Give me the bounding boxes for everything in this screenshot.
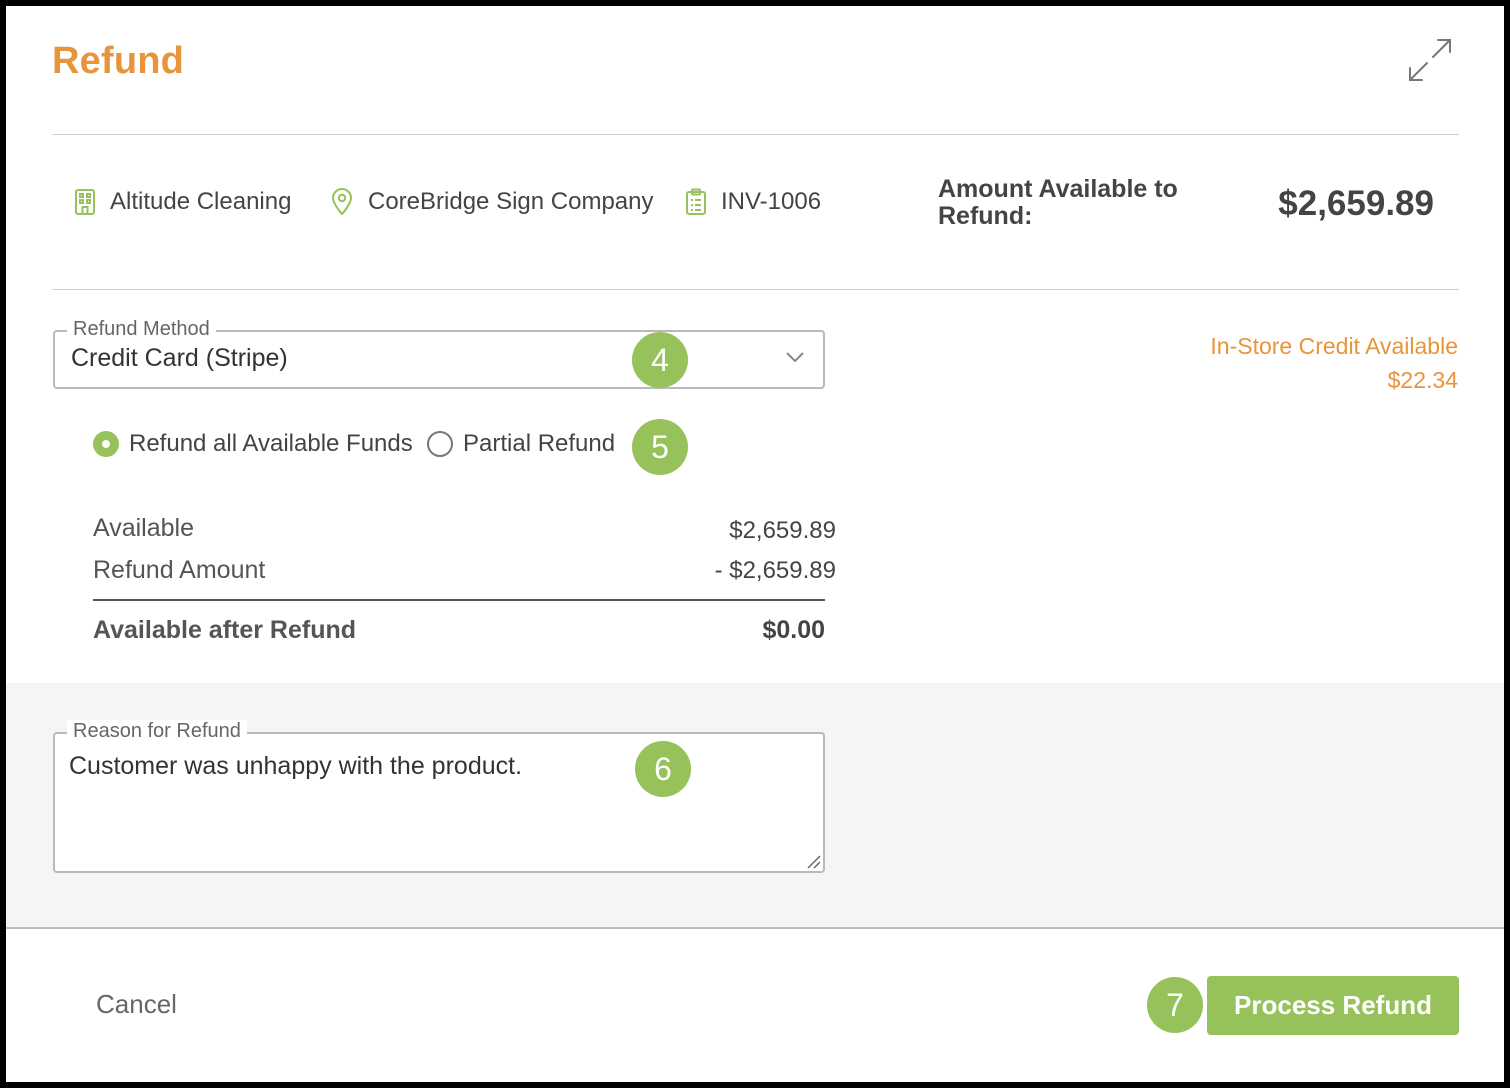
location-name: CoreBridge Sign Company: [368, 188, 654, 215]
refund-method-value: Credit Card (Stripe): [71, 344, 288, 372]
radio-partial-refund[interactable]: Partial Refund: [427, 430, 615, 458]
company-name: Altitude Cleaning: [110, 188, 292, 215]
step-badge-5: 5: [632, 419, 688, 475]
building-icon: [75, 189, 95, 215]
available-value: $2,659.89: [729, 517, 836, 544]
refund-amount-label: Refund Amount: [93, 556, 266, 584]
map-pin-icon: [331, 188, 353, 216]
step-badge-6: 6: [635, 741, 691, 797]
amount-available-value: $2,659.89: [1278, 184, 1434, 223]
footer-divider: [6, 927, 1504, 929]
invoice-info: INV-1006: [685, 188, 821, 216]
invoice-number: INV-1006: [721, 188, 822, 215]
store-credit-label: In-Store Credit Available: [1210, 333, 1458, 359]
refund-modal: Refund Altitude Cleaning CoreBridge Sign…: [6, 6, 1504, 1082]
reason-section: Reason for Refund Customer was unhappy w…: [6, 683, 1504, 927]
available-after-label: Available after Refund: [93, 616, 357, 644]
expand-icon[interactable]: [1406, 36, 1454, 84]
modal-title: Refund: [52, 40, 185, 82]
step-badge-7: 7: [1147, 977, 1203, 1033]
store-credit-value: $22.34: [1387, 367, 1458, 393]
reason-legend: Reason for Refund: [67, 720, 247, 742]
radio-selected-icon[interactable]: [93, 431, 119, 457]
chevron-down-icon[interactable]: [785, 350, 805, 364]
radio-partial-refund-label: Partial Refund: [463, 430, 616, 457]
summary-divider: [93, 599, 825, 601]
refund-method-select[interactable]: Refund Method Credit Card (Stripe): [53, 318, 825, 389]
reason-text: Customer was unhappy with the product.: [69, 752, 523, 780]
resize-grip-icon[interactable]: [805, 853, 821, 869]
step-badge-4: 4: [632, 332, 688, 388]
company-info: Altitude Cleaning: [74, 188, 291, 216]
refund-amount-value: - $2,659.89: [714, 557, 836, 584]
reason-textarea[interactable]: Reason for Refund Customer was unhappy w…: [53, 720, 825, 873]
clipboard-icon: [686, 188, 706, 215]
refund-method-legend: Refund Method: [67, 318, 216, 340]
radio-refund-all[interactable]: Refund all Available Funds: [93, 430, 413, 458]
available-label: Available: [93, 514, 195, 542]
available-after-value: $0.00: [762, 616, 825, 644]
process-refund-button[interactable]: Process Refund: [1207, 976, 1459, 1035]
radio-unselected-icon[interactable]: [427, 431, 453, 457]
amount-available-label: Amount Available to Refund:: [938, 175, 1178, 230]
radio-refund-all-label: Refund all Available Funds: [129, 430, 413, 457]
cancel-button[interactable]: Cancel: [96, 989, 177, 1020]
location-info: CoreBridge Sign Company: [330, 188, 653, 216]
header-divider: [52, 134, 1459, 135]
info-divider: [52, 289, 1459, 290]
